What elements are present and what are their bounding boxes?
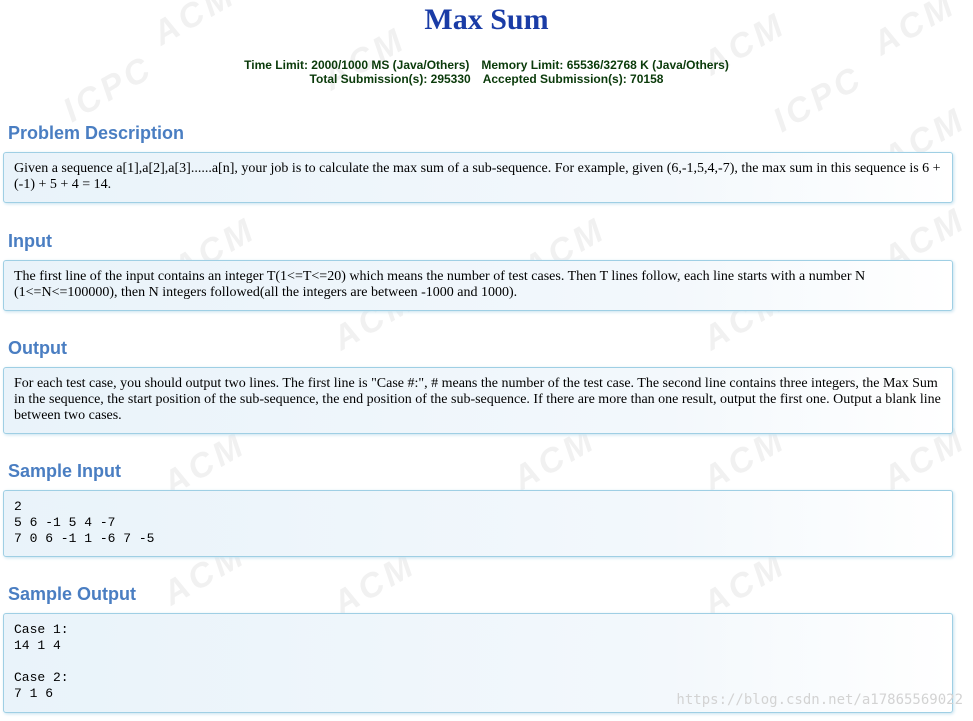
- total-submissions: Total Submission(s): 295330: [309, 72, 471, 86]
- problem-limits: Time Limit: 2000/1000 MS (Java/Others) Me…: [0, 58, 973, 86]
- input-heading: Input: [8, 231, 52, 251]
- limits-row-1: Time Limit: 2000/1000 MS (Java/Others) Me…: [0, 58, 973, 72]
- memory-limit: Memory Limit: 65536/32768 K (Java/Others…: [481, 58, 729, 72]
- sample-input-panel[interactable]: 2 5 6 -1 5 4 -7 7 0 6 -1 1 -6 7 -5: [3, 490, 953, 557]
- watermark-acm: ACM: [326, 545, 423, 623]
- input-panel: The first line of the input contains an …: [3, 260, 953, 311]
- problem-title: Max Sum: [424, 3, 549, 36]
- problem-description-panel: Given a sequence a[1],a[2],a[3]......a[n…: [3, 152, 953, 203]
- time-limit: Time Limit: 2000/1000 MS (Java/Others): [244, 58, 470, 72]
- accepted-submissions: Accepted Submission(s): 70158: [482, 72, 664, 86]
- blog-url-watermark: https://blog.csdn.net/a17865569022: [676, 692, 963, 708]
- output-heading: Output: [8, 338, 67, 358]
- sample-input-heading: Sample Input: [8, 461, 122, 481]
- output-panel: For each test case, you should output tw…: [3, 367, 953, 434]
- limits-row-2: Total Submission(s): 295330 Accepted Subm…: [0, 72, 973, 86]
- watermark-acm: ACM: [696, 545, 793, 623]
- problem-description-heading: Problem Description: [8, 123, 185, 143]
- sample-output-heading: Sample Output: [8, 584, 137, 604]
